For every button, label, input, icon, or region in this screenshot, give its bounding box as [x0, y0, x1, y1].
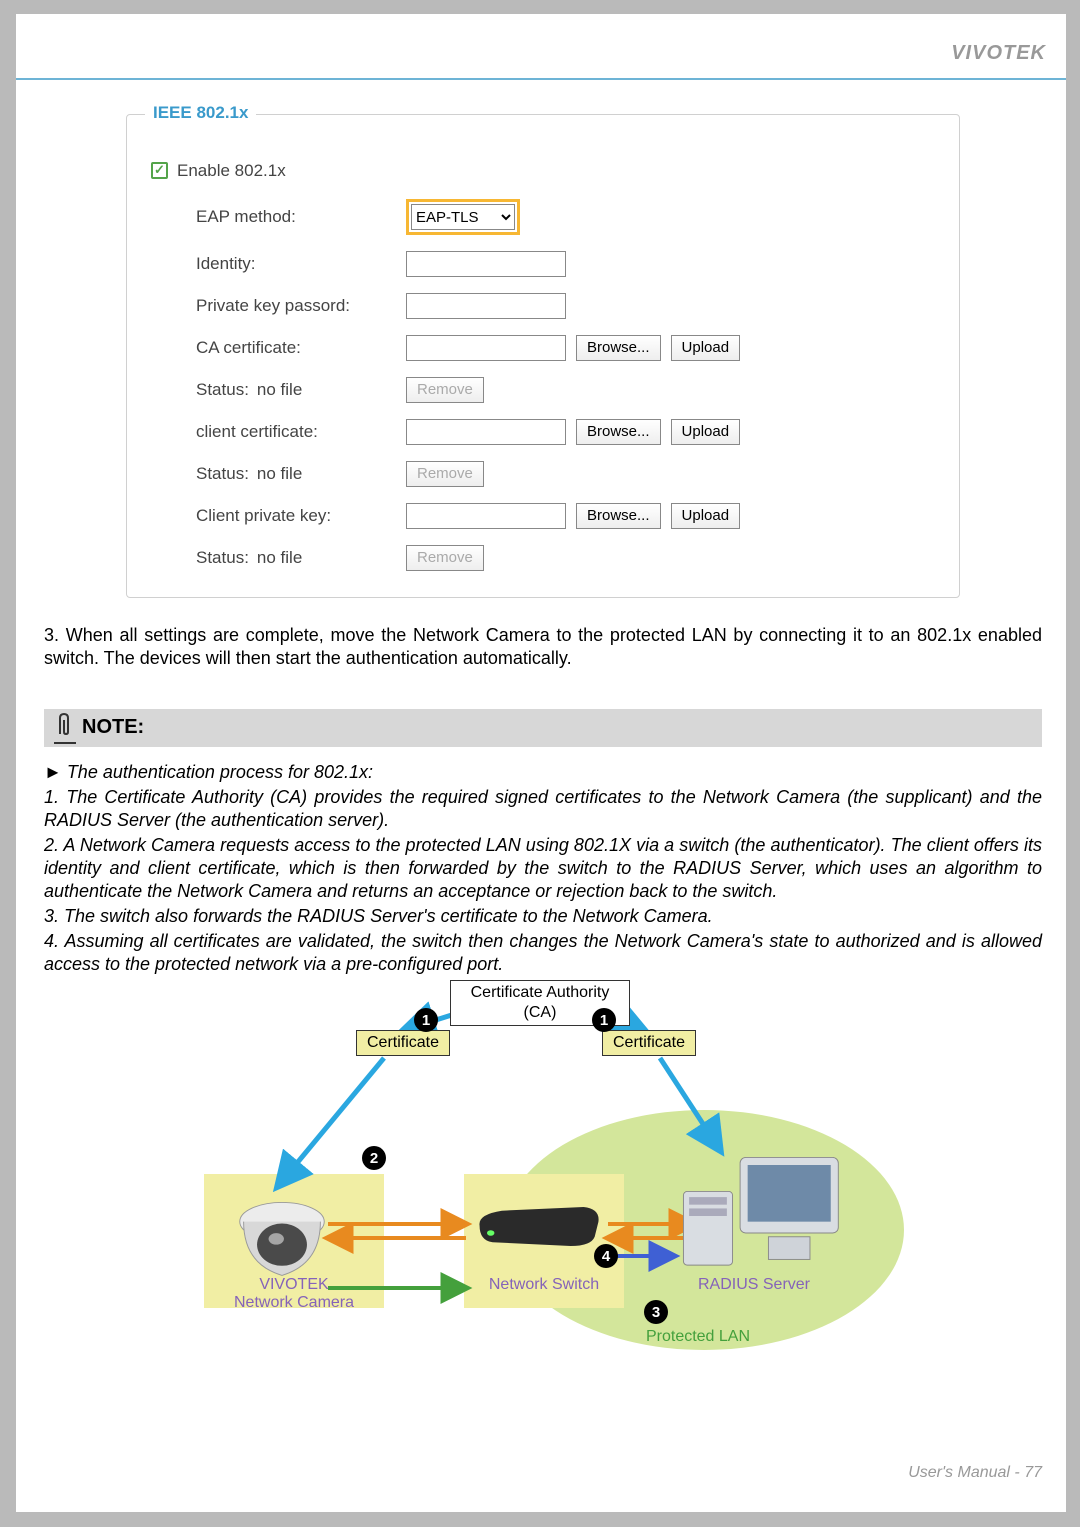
- radius-label: RADIUS Server: [664, 1276, 844, 1294]
- cpk-remove-button[interactable]: Remove: [406, 545, 484, 571]
- switch-label: Network Switch: [464, 1276, 624, 1294]
- switch-icon: [474, 1194, 604, 1250]
- note-body: ► The authentication process for 802.1x:…: [44, 761, 1042, 976]
- cpk-input[interactable]: [406, 503, 566, 529]
- cc-upload-button[interactable]: Upload: [671, 419, 741, 445]
- page-header: VIVOTEK: [16, 14, 1066, 80]
- enable-checkbox[interactable]: [151, 162, 168, 179]
- identity-label: Identity:: [151, 254, 406, 274]
- eap-method-select[interactable]: EAP-TLS: [411, 204, 515, 230]
- cc-browse-button[interactable]: Browse...: [576, 419, 661, 445]
- ca-input[interactable]: [406, 335, 566, 361]
- ca-status-row: Status:no file Remove: [151, 376, 935, 403]
- step3-text: 3. When all settings are complete, move …: [44, 624, 1042, 671]
- camera-label: VIVOTEKNetwork Camera: [204, 1276, 384, 1312]
- content-area: IEEE 802.1x Enable 802.1x EAP method: EA…: [16, 80, 1066, 1380]
- brand-logo: VIVOTEK: [951, 42, 1046, 65]
- eap-label: EAP method:: [151, 207, 406, 227]
- ca-remove-button[interactable]: Remove: [406, 377, 484, 403]
- cert-right: Certificate: [602, 1030, 696, 1056]
- step1b: 1: [592, 1008, 616, 1032]
- cc-remove-button[interactable]: Remove: [406, 461, 484, 487]
- note-l2: 2. A Network Camera requests access to t…: [44, 834, 1042, 903]
- identity-input[interactable]: [406, 251, 566, 277]
- pkpass-row: Private key passord:: [151, 292, 935, 319]
- cpk-label: Client private key:: [151, 506, 406, 526]
- cc-status-row: Status:no file Remove: [151, 460, 935, 487]
- server-icon: [674, 1148, 844, 1272]
- cc-label: client certificate:: [151, 422, 406, 442]
- cpk-row: Client private key: Browse... Upload: [151, 502, 935, 529]
- eap-highlight: EAP-TLS: [406, 199, 520, 235]
- cc-input[interactable]: [406, 419, 566, 445]
- lan-label: Protected LAN: [598, 1328, 798, 1346]
- cpk-status: Status:no file: [151, 548, 406, 568]
- note-l4: 4. Assuming all certificates are validat…: [44, 930, 1042, 976]
- note-title: NOTE:: [82, 716, 144, 739]
- page: VIVOTEK IEEE 802.1x Enable 802.1x EAP me…: [16, 14, 1066, 1512]
- cpk-status-row: Status:no file Remove: [151, 544, 935, 571]
- ca-label: CA certificate:: [151, 338, 406, 358]
- cpk-upload-button[interactable]: Upload: [671, 503, 741, 529]
- eap-row: EAP method: EAP-TLS: [151, 199, 935, 235]
- identity-row: Identity:: [151, 250, 935, 277]
- step1a: 1: [414, 1008, 438, 1032]
- pkpass-input[interactable]: [406, 293, 566, 319]
- cert-left: Certificate: [356, 1030, 450, 1056]
- note-l1: 1. The Certificate Authority (CA) provid…: [44, 786, 1042, 832]
- panel-legend: IEEE 802.1x: [145, 103, 256, 123]
- enable-label: Enable 802.1x: [177, 161, 286, 181]
- step3: 3: [644, 1300, 668, 1324]
- ca-upload-button[interactable]: Upload: [671, 335, 741, 361]
- note-l3: 3. The switch also forwards the RADIUS S…: [44, 905, 1042, 928]
- note-icon: [54, 712, 76, 744]
- note-bar: NOTE:: [44, 709, 1042, 747]
- cc-row: client certificate: Browse... Upload: [151, 418, 935, 445]
- cpk-browse-button[interactable]: Browse...: [576, 503, 661, 529]
- pkpass-label: Private key passord:: [151, 296, 406, 316]
- ca-row: CA certificate: Browse... Upload: [151, 334, 935, 361]
- ca-browse-button[interactable]: Browse...: [576, 335, 661, 361]
- cc-status: Status:no file: [151, 464, 406, 484]
- enable-row: Enable 802.1x: [151, 157, 935, 184]
- step2: 2: [362, 1146, 386, 1170]
- camera-icon: [234, 1189, 330, 1281]
- page-footer: User's Manual - 77: [908, 1464, 1042, 1482]
- diagram-arrows: [104, 980, 982, 1380]
- note-l0: ► The authentication process for 802.1x:: [44, 761, 1042, 784]
- auth-diagram: Certificate Authority (CA) Certificate C…: [104, 980, 982, 1380]
- ca-status: Status:no file: [151, 380, 406, 400]
- ieee-8021x-panel: IEEE 802.1x Enable 802.1x EAP method: EA…: [126, 114, 960, 598]
